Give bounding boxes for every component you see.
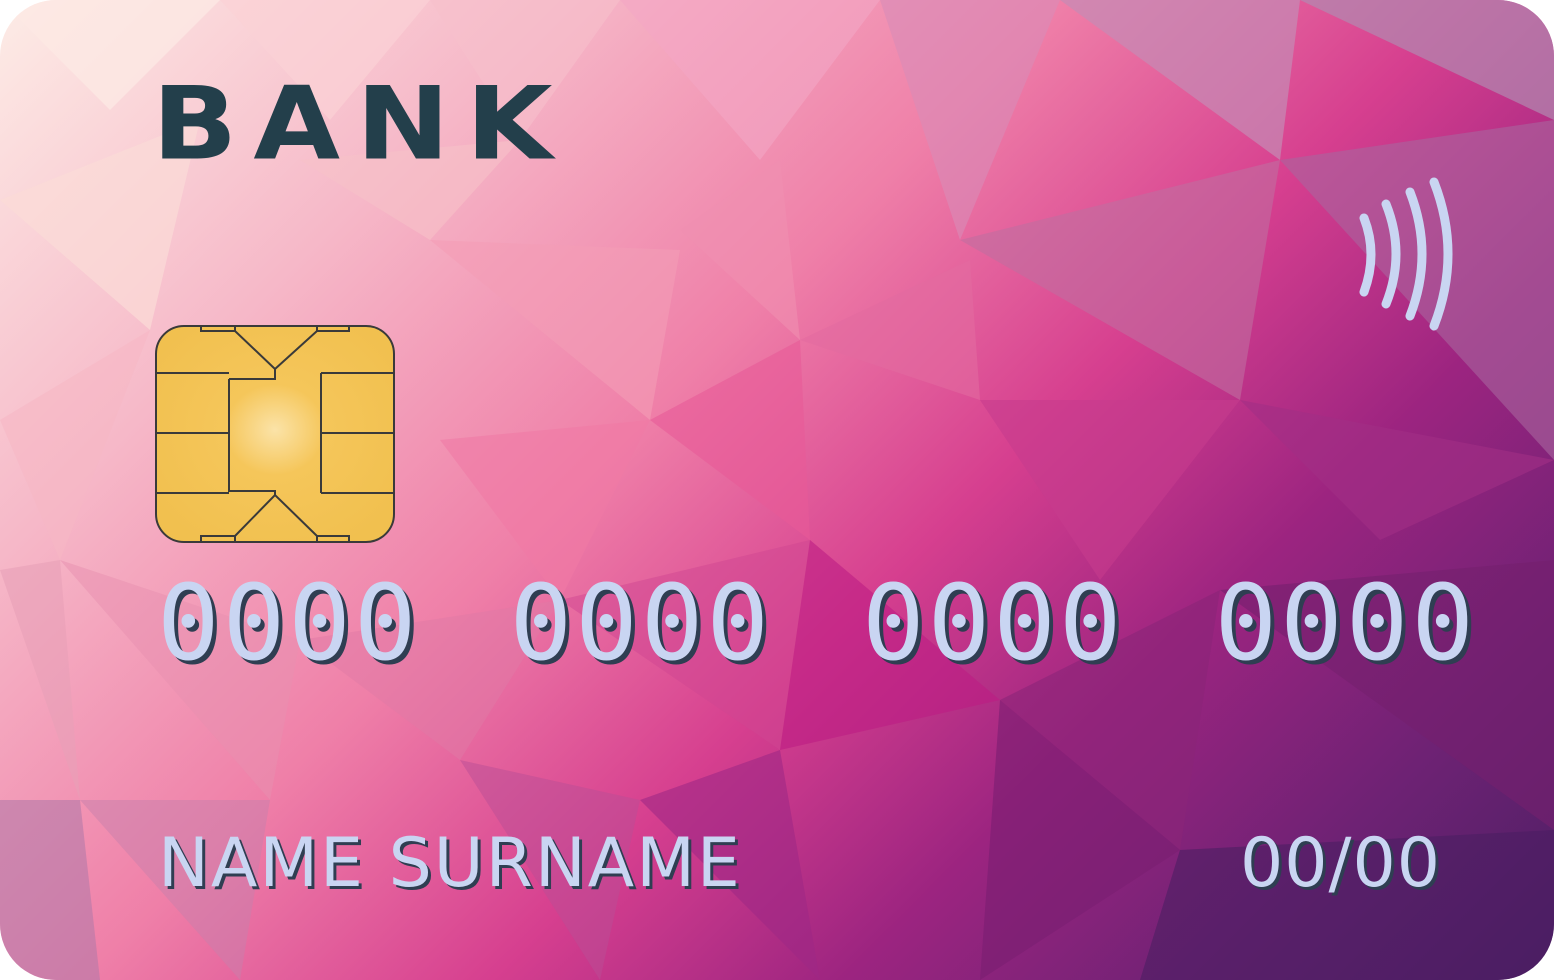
card-number-group-3: 0000 [862,562,1125,684]
cardholder-name: NAME SURNAME [158,824,742,903]
card-number-group-4: 0000 [1214,562,1477,684]
bank-name: BANK [152,65,569,183]
credit-card: BANK 0000 0000 0000 0000 NAME SURNAME 00… [0,0,1554,980]
card-number-group-2: 0000 [509,562,772,684]
contactless-payment-icon [1359,177,1453,331]
card-number: 0000 0000 0000 0000 [157,568,1477,678]
emv-chip-icon [155,325,395,543]
expiry-date: 00/00 [1240,824,1441,903]
card-number-group-1: 0000 [157,562,420,684]
